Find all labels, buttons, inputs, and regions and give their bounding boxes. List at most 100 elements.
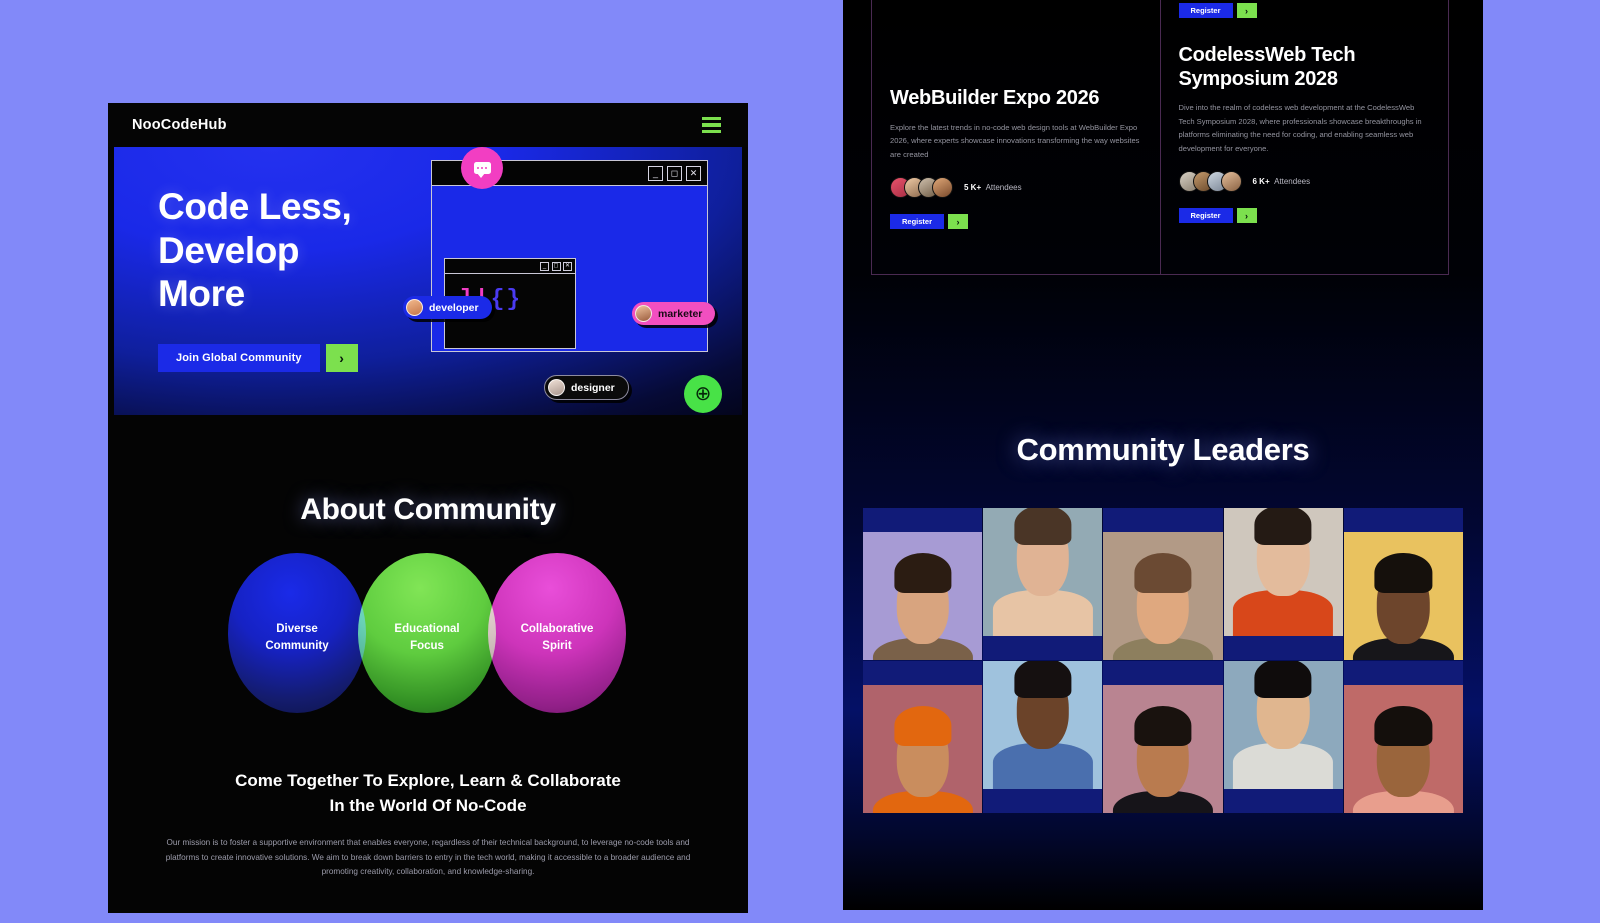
event-description: Explore the latest trends in no-code web… <box>890 122 1140 159</box>
event-title: WebBuilder Expo 2026 <box>890 87 1100 109</box>
avatar <box>548 379 565 396</box>
chevron-right-icon[interactable]: › <box>325 343 358 372</box>
portrait-figure <box>1103 532 1222 660</box>
maximize-icon[interactable]: ◻ <box>551 261 561 271</box>
role-chip-marketer[interactable]: marketer <box>632 302 716 325</box>
chevron-right-icon[interactable]: › <box>1236 208 1257 224</box>
event-description: Dive into the realm of codeless web deve… <box>1178 103 1422 153</box>
chat-bubble-icon <box>461 147 503 189</box>
hero-section: Code Less, Develop More Join Global Comm… <box>114 147 742 415</box>
leader-photo-cell[interactable] <box>1223 661 1343 813</box>
venn-label-diverse-community: Diverse Community <box>265 623 329 652</box>
chat-dot <box>477 166 480 170</box>
attendee-avatars <box>890 177 953 199</box>
role-chip-label: marketer <box>658 307 703 320</box>
portrait-hair <box>1134 553 1192 593</box>
portrait-torso <box>992 743 1093 789</box>
portrait-torso <box>992 590 1093 636</box>
event-card: WebBuilder Expo 2026 Explore the latest … <box>872 0 1160 274</box>
hamburger-bar <box>702 129 721 133</box>
portrait-figure <box>983 508 1102 636</box>
role-chip-label: developer <box>429 301 479 314</box>
register-group-top: Register › <box>1178 3 1431 18</box>
leader-portrait <box>1223 508 1343 636</box>
chat-dot <box>484 166 487 170</box>
portrait-hair <box>1014 661 1072 698</box>
code-glyph-right: {} <box>490 286 523 312</box>
avatar <box>1220 171 1242 193</box>
brand-logo[interactable]: NooCodeHub <box>132 117 227 133</box>
portrait-hair <box>1374 553 1432 593</box>
leader-portrait <box>863 685 983 813</box>
chat-bubble-shape <box>473 162 491 178</box>
close-icon[interactable]: ✕ <box>686 165 701 181</box>
role-chip-developer[interactable]: developer <box>403 296 492 319</box>
about-community-section: About Community Diverse Community Educat… <box>108 415 748 879</box>
leader-photo-cell[interactable] <box>1343 661 1463 813</box>
leader-portrait <box>1343 685 1463 813</box>
avatar <box>635 305 652 322</box>
register-button[interactable]: Register <box>1178 208 1233 224</box>
leader-photo-cell[interactable] <box>863 508 983 660</box>
attendee-label: Attendees <box>985 183 1022 193</box>
portrait-figure <box>863 532 982 660</box>
portrait-figure <box>1224 508 1343 636</box>
maximize-icon[interactable]: ◻ <box>667 165 682 181</box>
attendee-count: 6 K+ <box>1252 177 1270 187</box>
portrait-figure <box>1224 661 1343 789</box>
leader-portrait <box>1223 661 1343 789</box>
portrait-figure <box>1344 685 1463 813</box>
portrait-hair <box>1134 706 1192 746</box>
role-chip-label: designer <box>571 381 615 394</box>
mission-heading: Come Together To Explore, Learn & Collab… <box>235 771 621 815</box>
portrait-figure <box>1103 685 1222 813</box>
globe-icon: ⊕ <box>684 375 722 413</box>
attendee-row: 5 K+ Attendees <box>890 177 1142 199</box>
register-button[interactable]: Register <box>890 214 945 230</box>
portrait-hair <box>1014 508 1072 545</box>
register-group: Register › <box>1178 208 1431 224</box>
portrait-hair <box>1254 661 1312 698</box>
leader-portrait <box>863 532 983 660</box>
minimize-icon[interactable]: _ <box>648 165 663 181</box>
leader-photo-cell[interactable] <box>983 661 1103 813</box>
close-icon[interactable]: ✕ <box>563 261 572 271</box>
chat-dot <box>480 166 484 170</box>
mission-body: Our mission is to foster a supportive en… <box>165 838 691 876</box>
leader-portrait <box>1343 532 1463 660</box>
leader-photo-cell[interactable] <box>1103 661 1223 813</box>
leader-photo-cell[interactable] <box>983 508 1103 660</box>
venn-label-educational-focus: Educational Focus <box>394 623 460 652</box>
chevron-right-icon[interactable]: › <box>1236 3 1257 18</box>
role-chip-designer[interactable]: designer <box>544 375 629 400</box>
hamburger-icon[interactable] <box>699 114 724 136</box>
register-group: Register › <box>890 214 1142 230</box>
join-global-community-button[interactable]: Join Global Community <box>158 343 320 372</box>
event-card: Register › CodelessWeb Tech Symposium 20… <box>1159 0 1449 274</box>
leader-photo-cell[interactable] <box>1223 508 1343 660</box>
mock-window-small-titlebar: _ ◻ ✕ <box>445 259 575 274</box>
hero-cta-group: Join Global Community › <box>158 343 358 372</box>
portrait-hair <box>1374 706 1432 746</box>
right-browser-panel: WebBuilder Expo 2026 Explore the latest … <box>843 0 1483 910</box>
avatar <box>406 299 423 316</box>
events-grid: WebBuilder Expo 2026 Explore the latest … <box>871 0 1449 275</box>
portrait-torso <box>1233 743 1334 789</box>
leader-portrait <box>983 661 1103 789</box>
portrait-figure <box>983 661 1102 789</box>
left-browser-panel: NooCodeHub Code Less, Develop More Join … <box>108 103 748 913</box>
leader-photo-cell[interactable] <box>1343 508 1463 660</box>
register-button[interactable]: Register <box>1178 3 1233 18</box>
navbar: NooCodeHub <box>108 103 748 147</box>
attendee-label: Attendees <box>1274 177 1311 187</box>
attendee-text: 5 K+ Attendees <box>964 183 1022 192</box>
chevron-right-icon[interactable]: › <box>948 214 969 230</box>
event-title: CodelessWeb Tech Symposium 2028 <box>1178 44 1356 90</box>
leader-portrait <box>983 508 1103 636</box>
leader-photo-cell[interactable] <box>1103 508 1223 660</box>
leader-photo-cell[interactable] <box>863 661 983 813</box>
portrait-hair <box>1254 508 1312 545</box>
attendee-count: 5 K+ <box>964 183 982 193</box>
minimize-icon[interactable]: _ <box>540 261 549 271</box>
mission-block: Come Together To Explore, Learn & Collab… <box>108 769 748 879</box>
